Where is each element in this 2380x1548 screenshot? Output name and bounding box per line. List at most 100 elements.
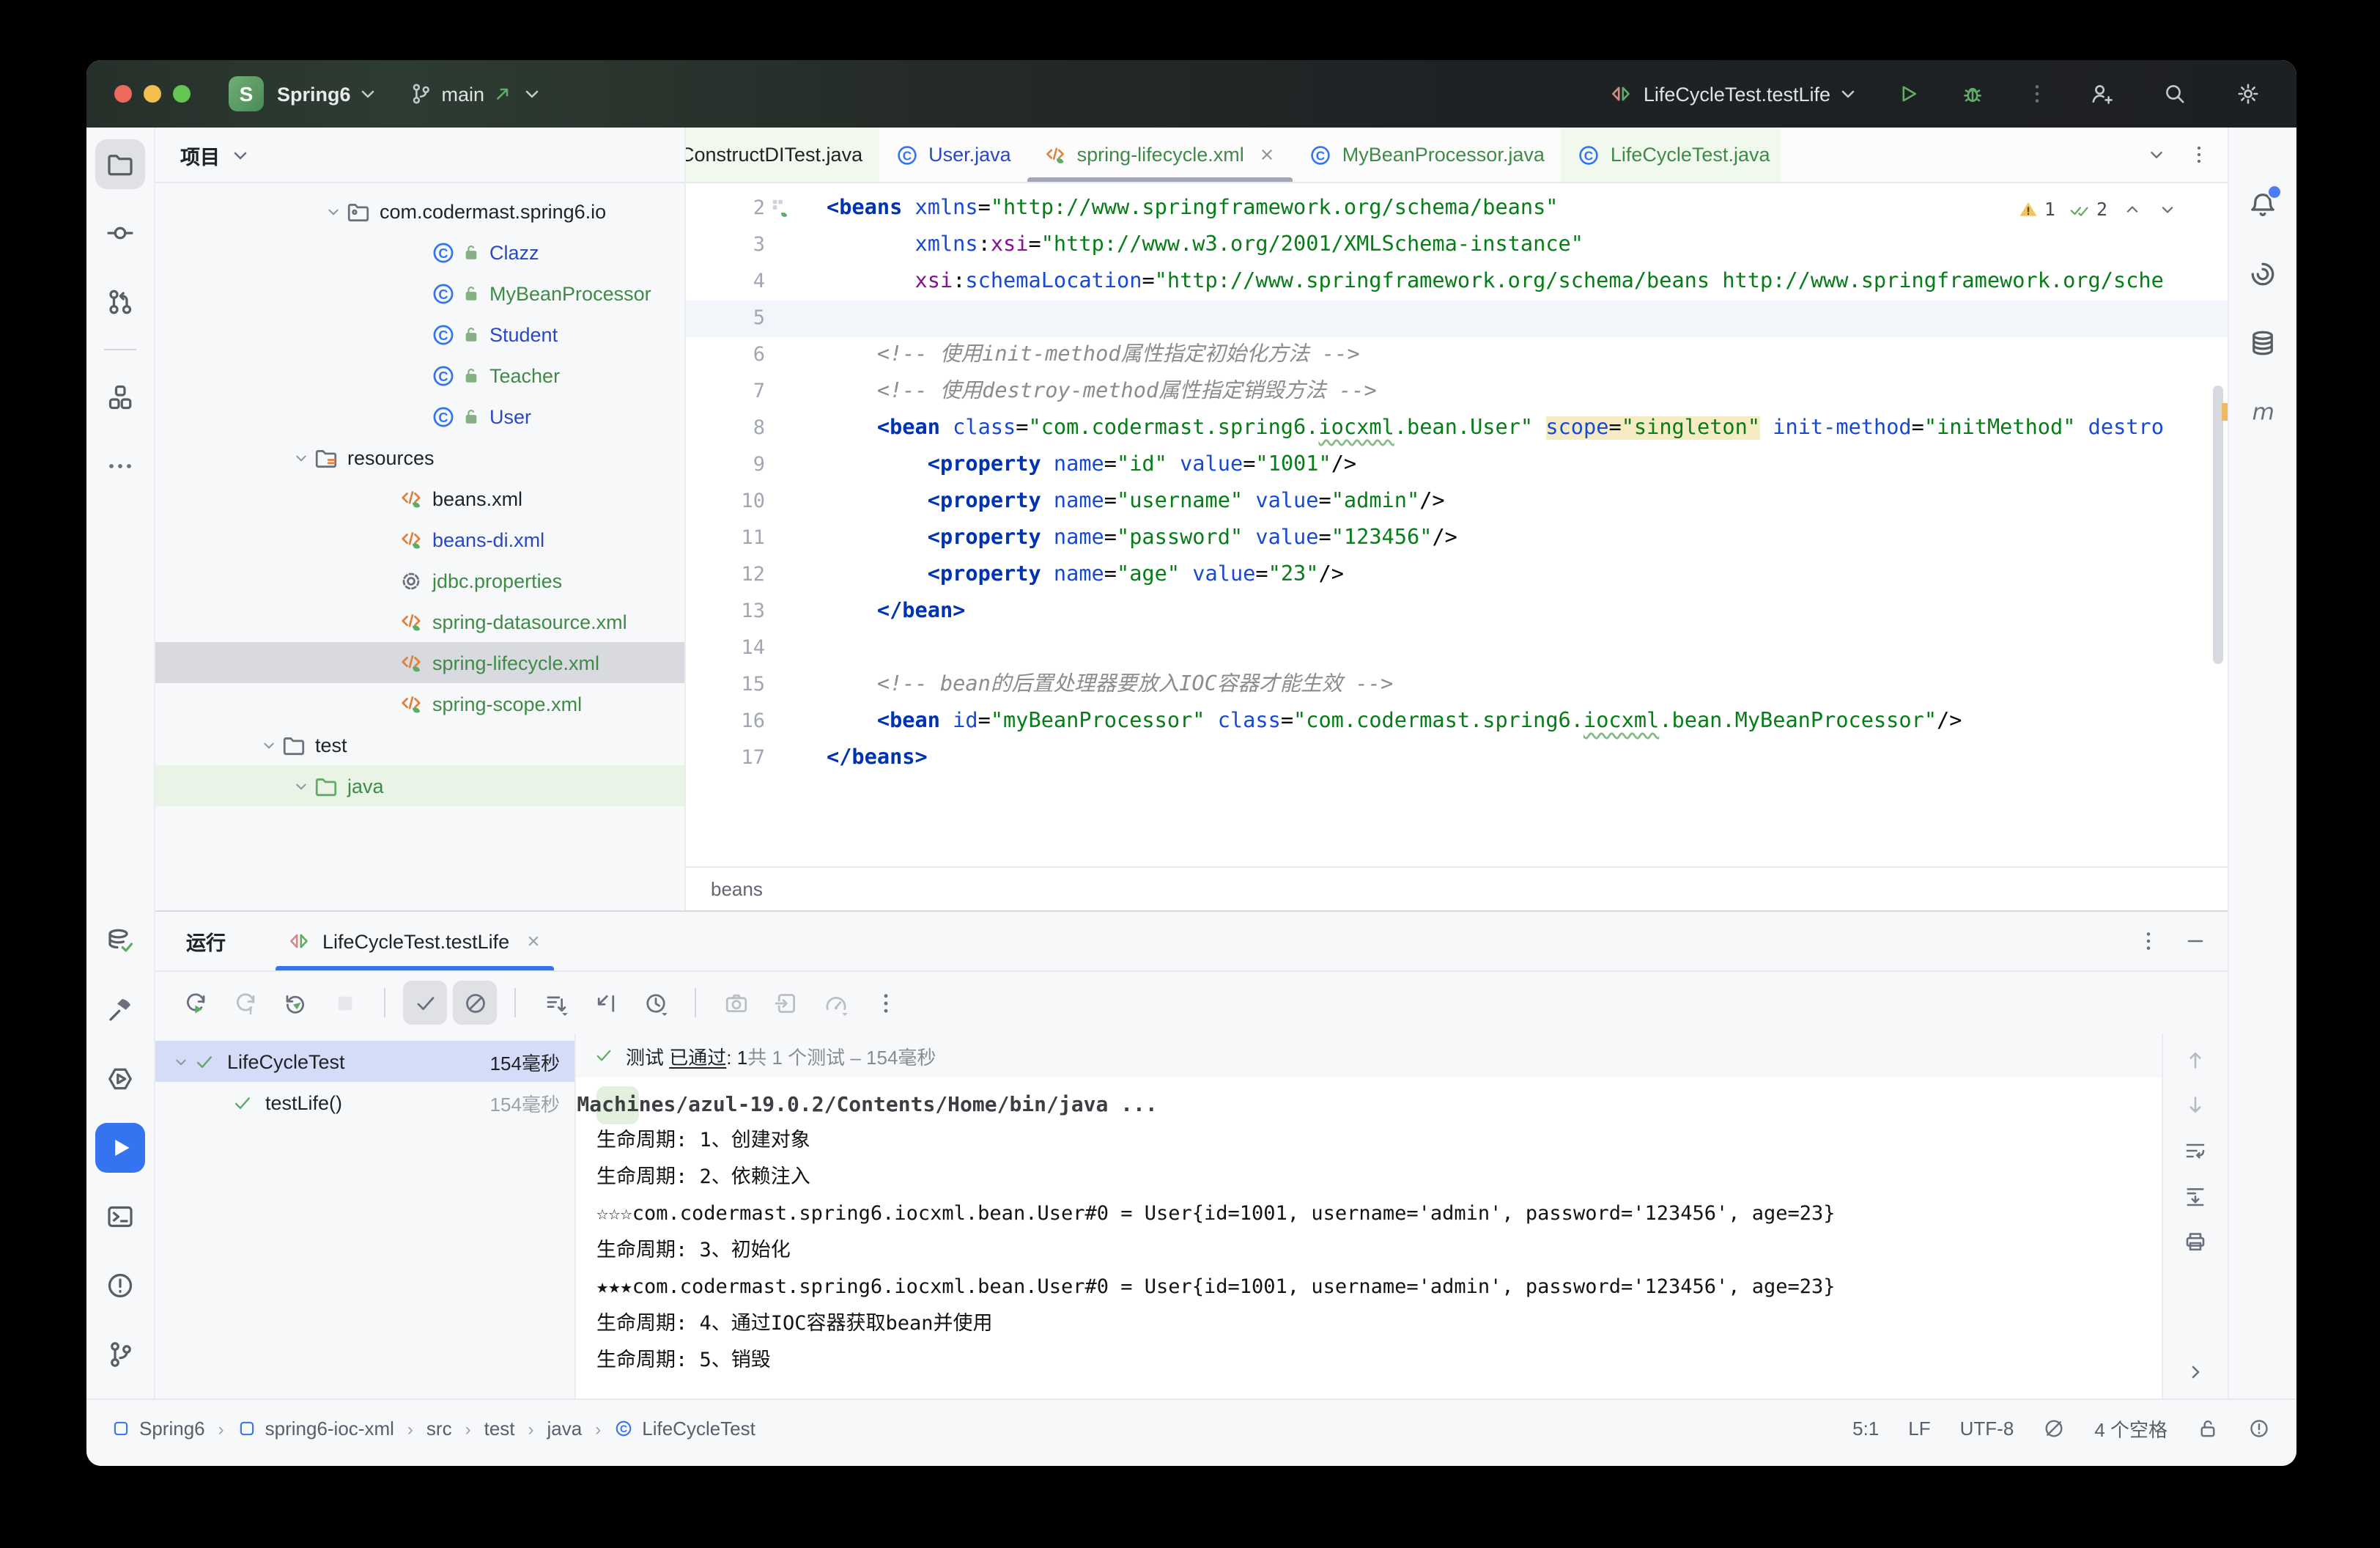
breadcrumb-project[interactable]: Spring6	[111, 1418, 205, 1440]
settings-button[interactable]	[2229, 75, 2267, 113]
project-widget[interactable]: S Spring6	[229, 76, 380, 111]
warning-icon	[2018, 199, 2039, 219]
chevron-down-icon[interactable]	[255, 735, 281, 754]
code-with-me-button[interactable]	[2082, 75, 2121, 113]
editor-tab-user-java[interactable]: CUser.java	[879, 128, 1027, 182]
tree-item-resources[interactable]: resources	[155, 437, 684, 478]
tree-item-beans-xml[interactable]: beans.xml	[155, 478, 684, 519]
chevron-down-icon[interactable]	[2157, 199, 2178, 219]
test-node-lifecycletest[interactable]: LifeCycleTest154毫秒	[155, 1041, 574, 1082]
minimize-window-button[interactable]	[144, 85, 161, 103]
inspection-widget[interactable]: 1 2	[2006, 194, 2189, 224]
tree-item-java[interactable]: java	[155, 765, 684, 806]
more-options-icon[interactable]	[2137, 929, 2160, 953]
chevron-down-icon[interactable]	[229, 143, 252, 166]
show-ignored-button[interactable]	[453, 981, 497, 1025]
run-button[interactable]	[1889, 75, 1927, 113]
tool-button-commit[interactable]	[95, 208, 145, 258]
rerun-button[interactable]	[173, 981, 217, 1025]
tree-item-spring-lifecycle-xml[interactable]: spring-lifecycle.xml	[155, 642, 684, 683]
chevron-down-icon[interactable]	[287, 448, 314, 467]
hide-panel-icon[interactable]	[2184, 929, 2207, 953]
editor-tab-lifecycletest-java[interactable]: CLifeCycleTest.java	[1561, 128, 1781, 182]
test-history-button[interactable]	[633, 981, 677, 1025]
tree-item-student[interactable]: CStudent	[155, 314, 684, 355]
expand-console-button[interactable]	[2184, 1360, 2207, 1384]
indent-setting[interactable]: 4 个空格	[2094, 1415, 2168, 1442]
tree-item-com-codermast-spring6-io[interactable]: com.codermast.spring6.io	[155, 191, 684, 232]
tool-button-version-control[interactable]	[95, 1330, 145, 1379]
search-everywhere-button[interactable]	[2156, 75, 2194, 113]
tool-button-terminal[interactable]	[95, 1192, 145, 1242]
tool-button-more-tools[interactable]	[95, 441, 145, 491]
code-text: <property name="password" value="123456"…	[777, 520, 1457, 557]
breadcrumb-class[interactable]: CLifeCycleTest	[614, 1418, 755, 1440]
tool-button-pull-requests[interactable]	[95, 277, 145, 327]
classIcon-icon: C	[431, 281, 456, 306]
editor-tab-mybeanprocessor-java[interactable]: CMyBeanProcessor.java	[1293, 128, 1561, 182]
sort-alphabetically-button[interactable]	[533, 981, 577, 1025]
tool-button-services[interactable]	[95, 916, 145, 966]
tree-item-mybeanprocessor[interactable]: CMyBeanProcessor	[155, 273, 684, 314]
tree-item-jdbc-properties[interactable]: jdbc.properties	[155, 560, 684, 601]
code-line-7: 7 <!-- 使用destroy-method属性指定销毁方法 -->	[686, 374, 2228, 410]
tool-button-structure[interactable]	[95, 372, 145, 422]
tool-button-run-dashboard[interactable]	[95, 1054, 145, 1104]
tabs-list-icon[interactable]	[2146, 144, 2168, 166]
error-indicator[interactable]	[2248, 1418, 2270, 1440]
editor-breadcrumb[interactable]: beans	[686, 866, 2228, 910]
tool-button-problems[interactable]	[95, 1261, 145, 1311]
debug-button[interactable]	[1954, 75, 1992, 113]
test-node-testlife-[interactable]: testLife()154毫秒	[155, 1082, 574, 1123]
breadcrumb-test[interactable]: test	[484, 1418, 515, 1440]
tool-button-build[interactable]	[95, 985, 145, 1035]
readonly-toggle[interactable]	[2197, 1418, 2219, 1440]
tree-item-clazz[interactable]: CClazz	[155, 232, 684, 273]
close-icon[interactable]	[524, 932, 542, 950]
tree-item-user[interactable]: CUser	[155, 396, 684, 437]
more-actions-button[interactable]	[2018, 75, 2056, 113]
tree-item-spring-scope-xml[interactable]: spring-scope.xml	[155, 683, 684, 724]
editor-content[interactable]: 2<beans xmlns="http://www.springframewor…	[686, 183, 2228, 866]
more-button[interactable]	[863, 981, 907, 1025]
breadcrumb-java[interactable]: java	[547, 1418, 583, 1440]
close-window-button[interactable]	[114, 85, 132, 103]
tool-button-notifications[interactable]	[2238, 180, 2288, 230]
editor-scrollbar[interactable]	[2213, 386, 2223, 664]
sort-by-duration-button[interactable]	[583, 981, 627, 1025]
tool-button-project[interactable]	[95, 139, 145, 189]
tree-item-beans-di-xml[interactable]: beans-di.xml	[155, 519, 684, 560]
tree-item-test[interactable]: test	[155, 724, 684, 765]
editor-tab-constructditest-java[interactable]: CConstructDITest.java	[686, 128, 879, 182]
tool-button-maven[interactable]: m	[2238, 387, 2288, 437]
run-configuration-widget[interactable]: LifeCycleTest.testLife	[1610, 82, 1860, 106]
soft-wrap-button[interactable]	[2184, 1139, 2207, 1162]
breadcrumb-module[interactable]: spring6-ioc-xml	[237, 1418, 394, 1440]
bean-gutter-icon[interactable]	[771, 196, 793, 218]
show-passed-button[interactable]	[403, 981, 447, 1025]
print-button[interactable]	[2184, 1230, 2207, 1253]
toggle-auto-test-button[interactable]	[273, 981, 317, 1025]
caret-position[interactable]: 5:1	[1852, 1418, 1879, 1440]
breadcrumb-src[interactable]: src	[426, 1418, 452, 1440]
chevron-up-icon[interactable]	[2122, 199, 2143, 219]
chevron-down-icon[interactable]	[287, 776, 314, 795]
chevron-down-icon[interactable]	[167, 1052, 193, 1071]
line-separator[interactable]: LF	[1908, 1418, 1930, 1440]
tool-button-database[interactable]	[2238, 318, 2288, 368]
file-encoding[interactable]: UTF-8	[1960, 1418, 2014, 1440]
tool-button-run[interactable]	[95, 1123, 145, 1173]
run-tab[interactable]: LifeCycleTest.testLife	[273, 912, 556, 970]
close-icon[interactable]	[1257, 145, 1276, 164]
chevron-down-icon[interactable]	[319, 202, 346, 221]
console-output[interactable]: /Users/codermast/Library/Java/JavaVirtua…	[576, 1077, 2162, 1398]
tool-button-spring[interactable]	[2238, 249, 2288, 299]
vcs-widget[interactable]: main	[410, 82, 544, 106]
tab-options-icon[interactable]	[2188, 144, 2210, 166]
editor-tab-spring-lifecycle-xml[interactable]: spring-lifecycle.xml	[1027, 128, 1293, 182]
tree-item-teacher[interactable]: CTeacher	[155, 355, 684, 396]
tree-item-spring-datasource-xml[interactable]: spring-datasource.xml	[155, 601, 684, 642]
scroll-to-end-button[interactable]	[2184, 1184, 2207, 1208]
copilot-status[interactable]	[2043, 1418, 2065, 1440]
zoom-window-button[interactable]	[173, 85, 191, 103]
